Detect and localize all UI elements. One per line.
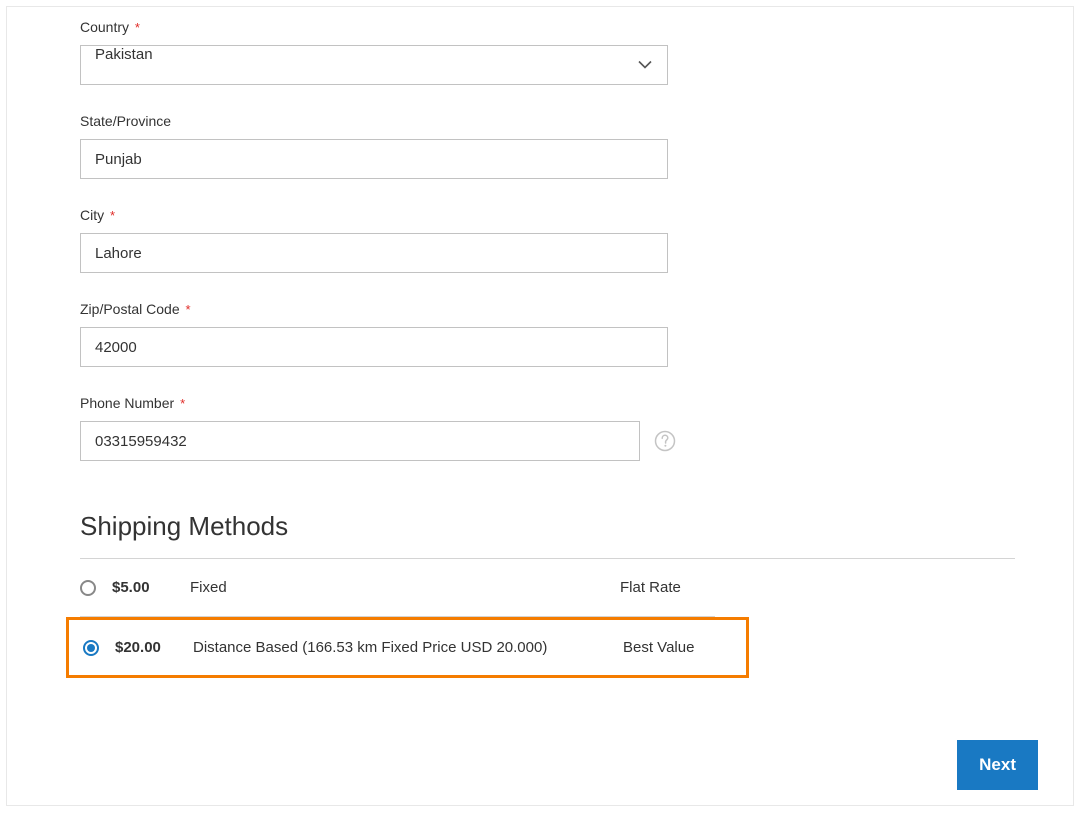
phone-label: Phone Number * [80, 395, 1073, 411]
country-label: Country * [80, 19, 1073, 35]
state-input[interactable] [80, 139, 668, 179]
phone-row [80, 421, 1073, 461]
shipping-method-row[interactable]: $5.00 Fixed Flat Rate [80, 559, 715, 616]
radio-cell [83, 640, 115, 656]
field-zip: Zip/Postal Code * [80, 301, 1073, 367]
radio-cell [80, 580, 112, 596]
shipping-radio-distance[interactable] [83, 640, 99, 656]
shipping-method-row[interactable]: $20.00 Distance Based (166.53 km Fixed P… [83, 622, 746, 673]
shipping-price: $5.00 [112, 579, 190, 596]
required-indicator: * [180, 396, 185, 411]
shipping-price: $20.00 [115, 639, 193, 656]
required-indicator: * [186, 302, 191, 317]
country-select[interactable]: Pakistan [80, 45, 668, 85]
next-button[interactable]: Next [957, 740, 1038, 790]
phone-input[interactable] [80, 421, 640, 461]
required-indicator: * [110, 208, 115, 223]
state-label: State/Province [80, 113, 1073, 129]
shipping-methods-title: Shipping Methods [80, 511, 1073, 542]
shipping-methods-section: Shipping Methods $5.00 Fixed Flat Rate [80, 511, 1073, 678]
shipping-method-name: Fixed [190, 579, 620, 596]
zip-label-text: Zip/Postal Code [80, 301, 180, 317]
zip-input[interactable] [80, 327, 668, 367]
city-label-text: City [80, 207, 104, 223]
shipping-radio-fixed[interactable] [80, 580, 96, 596]
highlighted-shipping-option: $20.00 Distance Based (166.53 km Fixed P… [66, 617, 749, 678]
required-indicator: * [135, 20, 140, 35]
shipping-carrier: Best Value [623, 639, 746, 656]
shipping-method-name: Distance Based (166.53 km Fixed Price US… [193, 639, 623, 656]
phone-label-text: Phone Number [80, 395, 174, 411]
country-label-text: Country [80, 19, 129, 35]
city-label: City * [80, 207, 1073, 223]
field-phone: Phone Number * [80, 395, 1073, 461]
country-select-wrapper: Pakistan [80, 45, 668, 85]
field-state: State/Province [80, 113, 1073, 179]
form-container: Country * Pakistan State/Province City * [7, 19, 1073, 678]
page-frame: Country * Pakistan State/Province City * [6, 6, 1074, 806]
shipping-methods-table: $5.00 Fixed Flat Rate $20.00 Distance Ba… [80, 559, 715, 678]
city-input[interactable] [80, 233, 668, 273]
field-country: Country * Pakistan [80, 19, 1073, 85]
shipping-carrier: Flat Rate [620, 579, 715, 596]
zip-label: Zip/Postal Code * [80, 301, 1073, 317]
field-city: City * [80, 207, 1073, 273]
help-icon[interactable] [654, 430, 676, 452]
